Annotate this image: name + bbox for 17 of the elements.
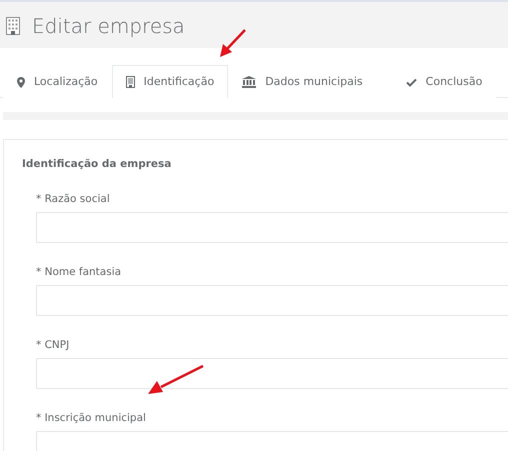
tab[interactable]: Identificação: [112, 65, 228, 98]
field-label: * Razão social: [36, 193, 110, 206]
page-title: Editar empresa: [32, 13, 185, 40]
check-icon: [406, 78, 417, 86]
input-field[interactable]: [36, 285, 508, 316]
section-title: Identificação da empresa: [22, 158, 172, 171]
map-marker-icon: [17, 76, 25, 88]
bank-icon: [242, 76, 256, 88]
input-field[interactable]: [36, 212, 508, 243]
field-label: * CNPJ: [36, 339, 70, 352]
building-icon: [6, 17, 20, 35]
building-icon: [126, 76, 135, 88]
input-field[interactable]: [36, 358, 508, 389]
field-label: * Inscrição municipal: [36, 412, 146, 425]
field-label: * Nome fantasia: [36, 266, 122, 279]
annotation-arrow: [220, 29, 246, 57]
annotation-arrow: [148, 364, 204, 394]
